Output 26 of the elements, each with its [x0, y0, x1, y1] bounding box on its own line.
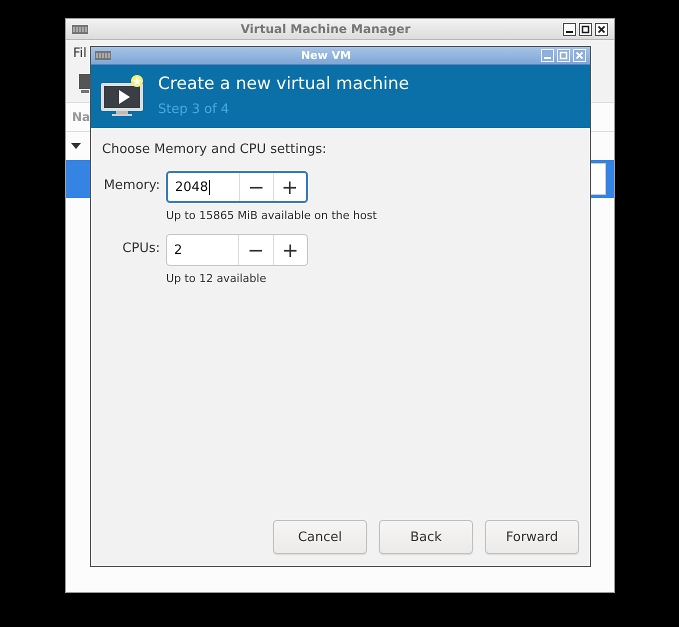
spin-field[interactable]: 2 − + — [166, 234, 308, 266]
row-icon — [590, 163, 606, 195]
menu-item[interactable]: Fil — [73, 46, 87, 60]
decrement-button[interactable]: − — [240, 173, 272, 201]
monitor-icon — [100, 74, 146, 118]
forward-button[interactable]: Forward — [485, 520, 579, 554]
field-label: Memory: — [102, 177, 160, 195]
decrement-button[interactable]: − — [239, 235, 272, 265]
increment-button[interactable]: + — [272, 173, 306, 201]
header-title: Create a new virtual machine — [158, 74, 410, 94]
hint-text: Up to 12 available — [166, 272, 268, 285]
close-icon[interactable] — [595, 22, 608, 36]
cancel-button[interactable]: Cancel — [273, 520, 367, 554]
section-prompt: Choose Memory and CPU settings: — [102, 142, 328, 157]
app-icon — [95, 51, 111, 60]
back-button[interactable]: Back — [379, 520, 473, 554]
dialog-title: New VM — [300, 49, 352, 62]
window-title: Virtual Machine Manager — [240, 22, 412, 36]
maximize-icon[interactable] — [579, 22, 592, 36]
step-indicator: Step 3 of 4 — [158, 102, 230, 117]
field-label: CPUs: — [121, 240, 160, 258]
spin-field[interactable]: 2048 − + — [166, 171, 308, 203]
hint-text: Up to 15865 MiB available on the host — [166, 209, 377, 222]
app-icon — [72, 24, 88, 34]
increment-button[interactable]: + — [272, 235, 307, 265]
minimize-icon[interactable] — [563, 22, 576, 36]
